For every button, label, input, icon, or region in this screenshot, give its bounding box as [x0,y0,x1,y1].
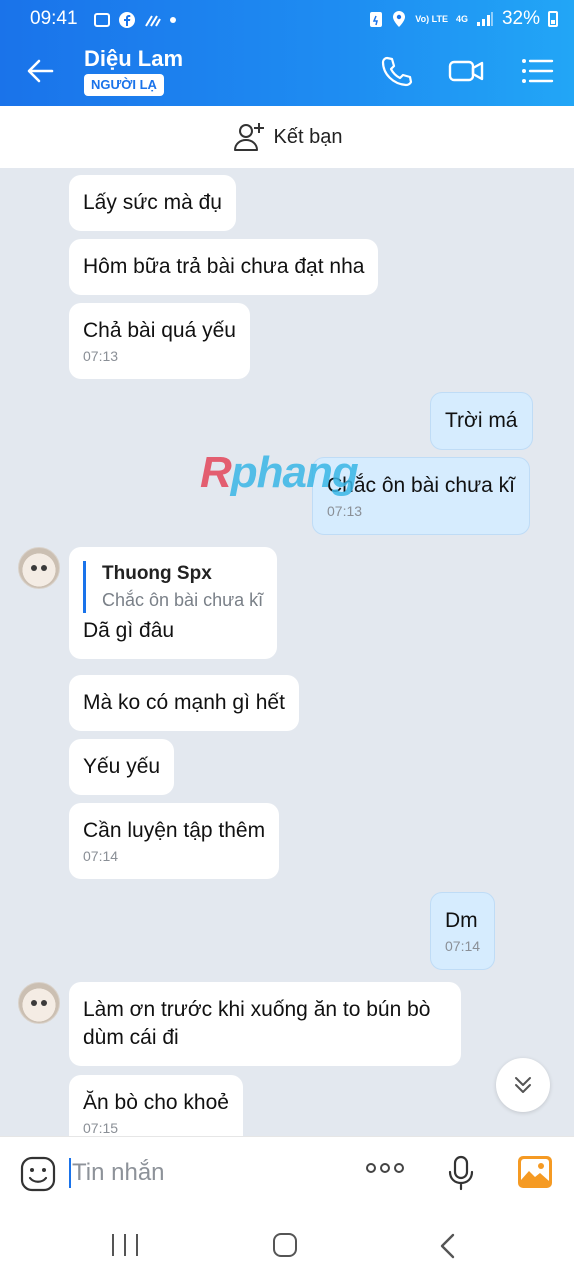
scroll-to-bottom-button[interactable] [496,1058,550,1112]
text-cursor [69,1158,71,1188]
microphone-icon[interactable] [446,1155,476,1191]
more-options-icon[interactable] [366,1163,404,1173]
quoted-sender: Thuong Spx [102,563,212,584]
recent-apps-icon[interactable] [112,1234,138,1256]
message-text: Trời má [445,409,518,432]
battery-percent: 32% [501,8,540,29]
back-arrow-icon[interactable] [24,54,58,88]
stranger-badge: NGƯỜI LẠ [84,74,164,96]
battery-icon [548,11,558,27]
message-bubble-outgoing[interactable]: Trời má [430,392,533,450]
message-bubble-incoming[interactable]: Mà ko có mạnh gì hết [69,675,299,731]
network-type: 4G [455,13,468,24]
message-text: Dm [445,909,478,932]
volte-label: Vo) LTE [415,13,448,24]
phone-icon[interactable] [378,54,414,88]
home-icon[interactable] [273,1233,297,1257]
message-bubble-incoming[interactable]: Ăn bò cho khoẻ 07:15 [69,1075,243,1136]
photo-gallery-icon[interactable] [517,1155,553,1189]
message-input[interactable] [72,1155,352,1191]
video-call-icon[interactable] [448,54,484,88]
message-text: Làm ơn trước khi xuống ăn to bún bò dùm … [83,998,431,1049]
message-text: Dã gì đâu [83,619,175,642]
system-navigation-bar [0,1208,574,1280]
menu-icon[interactable] [520,54,556,88]
status-bar: 09:41 Vo) LTE 4G 32% [0,0,574,38]
facebook-notification-icon [119,12,135,28]
add-friend-label: Kết bạn [273,125,343,148]
add-friend-icon [233,123,264,151]
message-text: Lấy sức mà đụ [83,191,222,214]
message-list[interactable]: Lấy sức mà đụ Hôm bữa trả bài chưa đạt n… [0,168,574,1136]
message-text: Yếu yếu [83,755,161,778]
message-text: Chả bài quá yếu [83,319,236,342]
message-bubble-incoming[interactable]: Hôm bữa trả bài chưa đạt nha [69,239,379,295]
quoted-message[interactable]: Thuong Spx Chắc ôn bài chưa kĩ [83,561,263,613]
signal-strength-icon [476,12,493,26]
message-text: Hôm bữa trả bài chưa đạt nha [83,255,365,278]
message-timestamp: 07:15 [83,1120,119,1136]
message-text: Ăn bò cho khoẻ [83,1091,229,1114]
status-time: 09:41 [30,8,78,29]
system-back-icon[interactable] [438,1233,456,1259]
more-notifications-dot [170,17,176,23]
double-chevron-down-icon [515,1077,531,1093]
message-bubble-incoming[interactable]: Làm ơn trước khi xuống ăn to bún bò dùm … [69,982,461,1066]
message-bubble-incoming[interactable]: Lấy sức mà đụ [69,175,236,231]
gallery-notification-icon [94,13,110,27]
add-friend-button[interactable]: Kết bạn [0,106,574,168]
battery-saver-icon [370,12,383,27]
message-text: Mà ko có mạnh gì hết [83,691,285,714]
quoted-text: Chắc ôn bài chưa kĩ [102,590,264,610]
location-icon [393,11,406,27]
message-bubble-outgoing[interactable]: Dm 07:14 [430,892,496,970]
message-bubble-incoming[interactable]: Chả bài quá yếu 07:13 [69,303,250,379]
message-bubble-incoming[interactable]: Yếu yếu [69,739,175,795]
message-bubble-reply[interactable]: Thuong Spx Chắc ôn bài chưa kĩ Dã gì đâu [69,547,278,659]
message-timestamp: 07:13 [327,503,363,519]
message-timestamp: 07:14 [445,938,481,954]
message-timestamp: 07:14 [83,848,119,864]
app-header: 09:41 Vo) LTE 4G 32% Diệu Lam NGƯỜI LẠ [0,0,574,106]
watermark-logo: Rphang [200,448,359,497]
message-text: Cần luyện tập thêm [83,819,266,842]
message-bubble-incoming[interactable]: Cần luyện tập thêm 07:14 [69,803,280,879]
message-timestamp: 07:13 [83,348,119,364]
emoji-sticker-icon[interactable] [20,1156,56,1192]
signal-notification-icon [145,15,161,27]
contact-name[interactable]: Diệu Lam [84,46,183,72]
avatar[interactable] [18,547,60,589]
avatar[interactable] [18,982,60,1024]
composer-bar [0,1136,574,1208]
